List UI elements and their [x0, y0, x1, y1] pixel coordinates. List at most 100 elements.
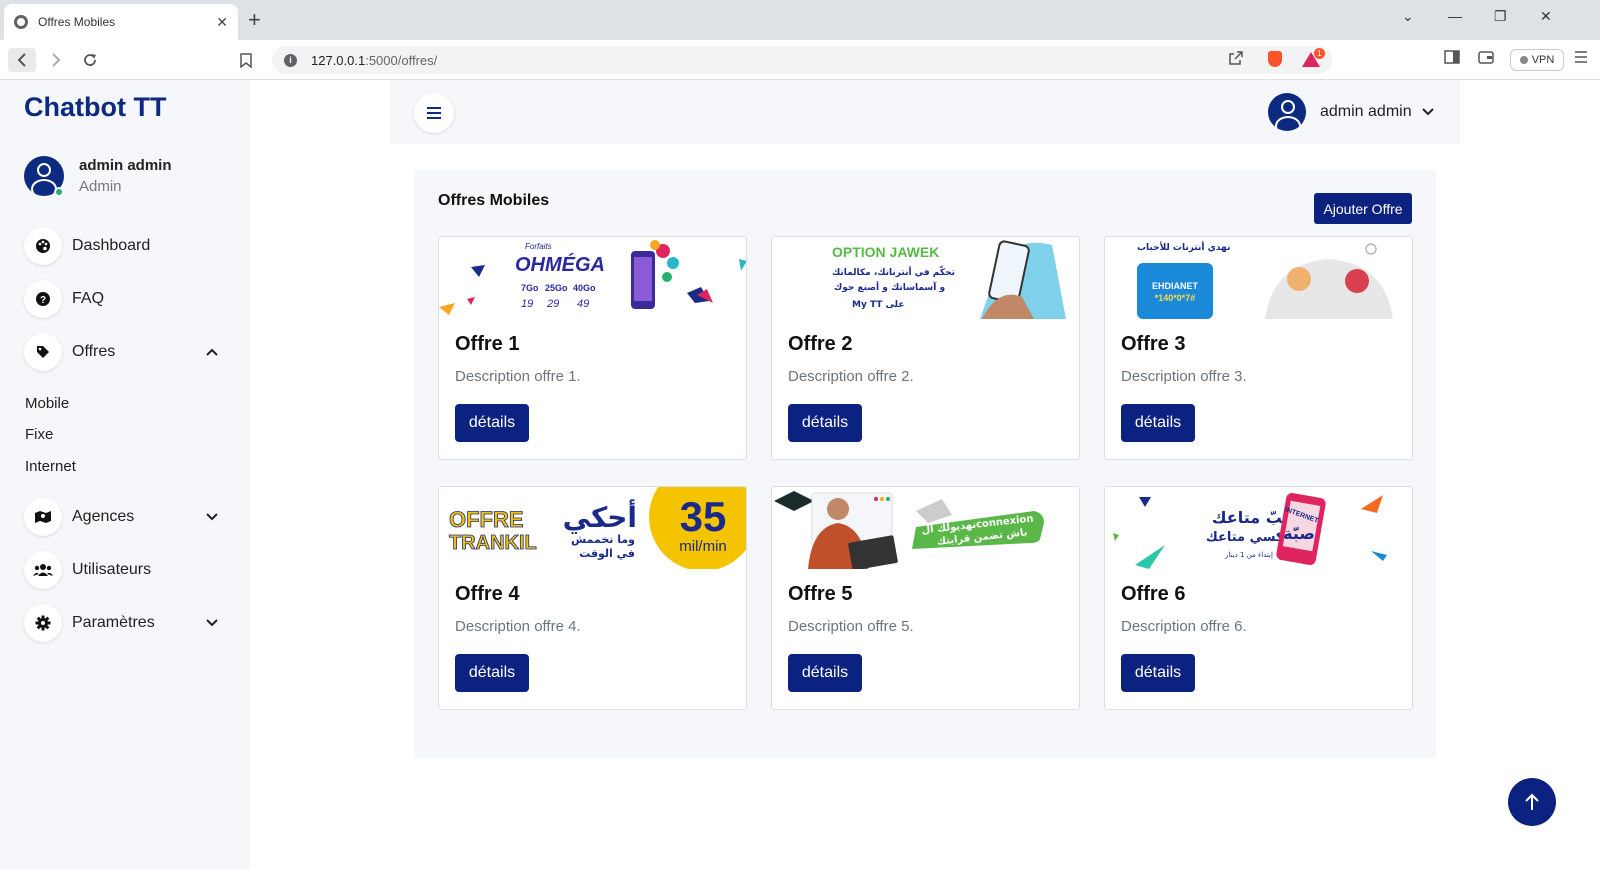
url-host: 127.0.0.1	[311, 52, 366, 68]
online-status-icon	[54, 187, 64, 197]
hamburger-icon	[427, 107, 441, 119]
menu-icon[interactable]	[1574, 50, 1588, 66]
map-icon	[24, 498, 62, 536]
offer-description: Description offre 1.	[455, 368, 581, 385]
offer-description: Description offre 3.	[1121, 368, 1247, 385]
offer-description: Description offre 4.	[455, 618, 581, 635]
sidebar-item-parametres[interactable]: Paramètres	[24, 604, 220, 642]
share-icon[interactable]	[1228, 50, 1244, 69]
sidebar-profile: admin admin Admin	[24, 156, 172, 196]
offer-banner-image: صبّ متاعك كونكسي متاعك إبتداء من 1 دينار…	[1105, 487, 1412, 569]
sidebar-item-label: FAQ	[72, 290, 105, 307]
arrow-up-icon	[1525, 793, 1539, 810]
browser-tab[interactable]: Offres Mobiles ✕	[4, 4, 238, 40]
svg-text:?: ?	[40, 295, 46, 306]
reload-button[interactable]	[76, 48, 104, 72]
offer-card: نهديولك الconnexion باش تضمن قرايتك Offr…	[771, 486, 1080, 710]
address-bar[interactable]: i 127.0.0.1:5000/offres/	[272, 46, 1332, 74]
banner-text: TRANKIL	[449, 532, 537, 554]
chevron-down-icon	[1421, 103, 1434, 121]
banner-text: تحكّم في أنترناتك، مكالماتك	[832, 265, 955, 278]
rewards-badge: 1	[1314, 48, 1325, 59]
offer-banner-image: Forfaits OHMÉGA 7Go 25Go 40Go 19 29 49	[439, 237, 746, 319]
sidebar-item-agences[interactable]: Agences	[24, 498, 220, 536]
minimize-icon[interactable]: —	[1448, 8, 1462, 24]
offer-title: Offre 4	[455, 583, 520, 605]
bookmark-icon[interactable]	[232, 48, 260, 72]
restore-icon[interactable]: ❐	[1494, 8, 1507, 25]
banner-text: EHDIANET	[1152, 281, 1199, 291]
add-offer-button[interactable]: Ajouter Offre	[1314, 193, 1412, 224]
profile-role: Admin	[79, 178, 122, 195]
back-button[interactable]	[8, 48, 36, 72]
sidebar-item-faq[interactable]: ? FAQ	[24, 280, 220, 318]
tab-close-icon[interactable]: ✕	[216, 14, 228, 31]
details-button[interactable]: détails	[1121, 404, 1195, 442]
sidebar-item-label: Agences	[72, 508, 135, 525]
banner-unit: mil/min	[679, 538, 727, 555]
details-button[interactable]: détails	[788, 404, 862, 442]
palette-icon	[24, 227, 62, 265]
brave-shield-icon[interactable]	[1268, 51, 1282, 67]
user-menu-name: admin admin	[1320, 103, 1412, 120]
sidebar-item-label: Paramètres	[72, 614, 155, 631]
sidebar-subitem-mobile[interactable]: Mobile	[25, 395, 69, 412]
offer-card: Forfaits OHMÉGA 7Go 25Go 40Go 19 29 49 O…	[438, 236, 747, 460]
offer-card: OPTION JAWEK تحكّم في أنترناتك، مكالماتك…	[771, 236, 1080, 460]
tag-icon	[24, 333, 62, 371]
banner-text: 7Go	[521, 283, 539, 293]
offer-card: نهدي أنترنات للأحباب EHDIANET *140*0*7# …	[1104, 236, 1413, 460]
sidebar-toggle-icon[interactable]	[1444, 50, 1460, 67]
offer-description: Description offre 5.	[788, 618, 914, 635]
details-button[interactable]: détails	[455, 404, 529, 442]
vpn-status-icon	[1519, 56, 1528, 64]
sidebar-item-label: Utilisateurs	[72, 561, 152, 578]
banner-text: صبّة	[1283, 524, 1315, 543]
sidebar-subitem-fixe[interactable]: Fixe	[25, 426, 53, 443]
banner-text: 19	[521, 298, 533, 310]
new-tab-button[interactable]: +	[248, 8, 261, 32]
offer-title: Offre 2	[788, 333, 853, 355]
offer-banner-image: OPTION JAWEK تحكّم في أنترناتك، مكالماتك…	[772, 237, 1079, 319]
sidebar-item-dashboard[interactable]: Dashboard	[24, 227, 220, 265]
banner-text: *140*0*7#	[1155, 293, 1196, 303]
browser-toolbar: i 127.0.0.1:5000/offres/ 1 VPN	[0, 40, 1600, 80]
details-button[interactable]: détails	[455, 654, 529, 692]
sidebar-item-offres[interactable]: Offres	[24, 333, 220, 371]
forward-button[interactable]	[42, 48, 70, 72]
scroll-to-top-button[interactable]	[1508, 778, 1556, 826]
offer-title: Offre 6	[1121, 583, 1186, 605]
offer-title: Offre 1	[455, 333, 520, 355]
gear-icon	[24, 604, 62, 642]
banner-price: 35	[680, 493, 727, 540]
banner-text: 29	[546, 298, 559, 310]
banner-text: إبتداء من 1 دينار	[1224, 551, 1273, 559]
details-button[interactable]: détails	[1121, 654, 1195, 692]
banner-text: 40Go	[573, 283, 596, 293]
chevron-down-icon	[204, 509, 220, 525]
banner-text: نهدي أنترنات للأحباب	[1137, 241, 1230, 253]
vpn-button[interactable]: VPN	[1510, 49, 1564, 71]
tab-search-icon[interactable]: ⌄	[1402, 8, 1414, 25]
site-info-icon[interactable]: i	[284, 53, 297, 67]
user-menu[interactable]: admin admin	[1268, 93, 1434, 131]
chevron-down-icon	[204, 615, 220, 631]
banner-text: وما تخممش	[571, 533, 635, 546]
banner-text: Forfaits	[525, 242, 552, 251]
brand-title[interactable]: Chatbot TT	[24, 92, 166, 123]
banner-text: 25Go	[545, 283, 568, 293]
banner-text: و آسماساتك و أصنع جوك	[834, 281, 945, 293]
sidebar: Chatbot TT admin admin Admin Dashboard ?…	[0, 80, 250, 870]
banner-text: في الوقت	[579, 547, 635, 560]
tab-title: Offres Mobiles	[38, 15, 116, 29]
users-icon	[24, 551, 62, 589]
sidebar-subitem-internet[interactable]: Internet	[25, 458, 76, 475]
hamburger-menu-button[interactable]	[414, 93, 454, 133]
wallet-icon[interactable]	[1478, 50, 1494, 67]
banner-text: 49	[577, 298, 589, 310]
sidebar-item-label: Offres	[72, 343, 116, 360]
sidebar-item-utilisateurs[interactable]: Utilisateurs	[24, 551, 220, 589]
details-button[interactable]: détails	[788, 654, 862, 692]
offer-title: Offre 3	[1121, 333, 1186, 355]
window-close-icon[interactable]: ✕	[1540, 8, 1552, 25]
